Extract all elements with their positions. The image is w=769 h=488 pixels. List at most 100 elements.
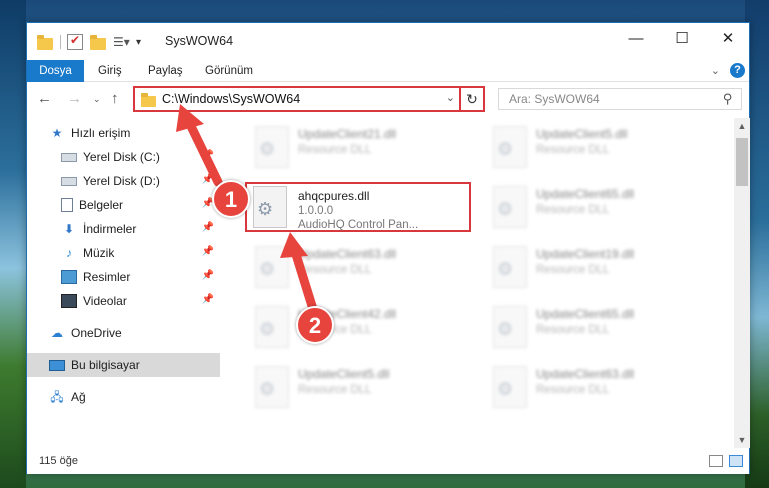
maximize-button[interactable]: ☐	[659, 23, 705, 55]
tab-view[interactable]: Görünüm	[192, 60, 266, 82]
close-button[interactable]: ✕	[705, 23, 751, 55]
file-version: 1.0.0.0	[298, 205, 334, 217]
sidebar-item-label: İndirmeler	[83, 222, 137, 236]
file-tile-highlighted[interactable]: ⚙ ahqcpures.dll 1.0.0.0 AudioHQ Control …	[245, 182, 471, 232]
help-icon[interactable]: ?	[730, 63, 745, 78]
sidebar-item-videos[interactable]: Videolar 📌	[27, 289, 220, 313]
pin-icon[interactable]: 📌	[202, 150, 214, 161]
customize-toolbar-chevron-icon[interactable]: ▾	[136, 37, 141, 48]
file-tile[interactable]: ⚙ UpdateClient5.dll Resource DLL	[247, 362, 473, 412]
sidebar-item-local-disk-d[interactable]: Yerel Disk (D:) 📌	[27, 169, 220, 193]
scroll-up-icon[interactable]: ▲	[734, 118, 750, 134]
file-type: Resource DLL	[536, 324, 610, 336]
sidebar-item-this-pc[interactable]: Bu bilgisayar	[27, 353, 220, 377]
step-badge-1: 1	[212, 180, 250, 218]
recent-locations-chevron-icon[interactable]: ⌄	[93, 94, 101, 105]
address-history-chevron-icon[interactable]: ⌄	[446, 91, 455, 104]
scroll-down-icon[interactable]: ▼	[734, 432, 750, 448]
file-explorer-window: ☰▾ ▾ SysWOW64 — ☐ ✕ Dosya Giriş Paylaş G…	[26, 22, 750, 474]
refresh-icon[interactable]: ↻	[459, 88, 483, 110]
navigation-bar: ← → ⌄ ↑ C:\Windows\SysWOW64 ⌄ ↻ Ara: Sys…	[27, 82, 749, 118]
drive-icon	[61, 152, 77, 162]
view-menu-icon[interactable]: ☰▾	[113, 34, 130, 50]
sidebar-item-onedrive[interactable]: ☁ OneDrive	[27, 321, 220, 345]
gear-icon: ⚙	[497, 139, 514, 159]
search-icon[interactable]: ⚲	[723, 91, 733, 107]
file-tile[interactable]: ⚙ UpdateClient21.dll Resource DLL	[247, 122, 473, 172]
tab-file[interactable]: Dosya	[27, 60, 84, 82]
new-folder-icon[interactable]	[90, 34, 106, 50]
address-bar[interactable]: C:\Windows\SysWOW64 ⌄ ↻	[133, 86, 485, 112]
file-name: UpdateClient19.dll	[536, 247, 635, 261]
sidebar-item-documents[interactable]: Belgeler 📌	[27, 193, 220, 217]
file-tile[interactable]: ⚙ UpdateClient65.dll Resource DLL	[485, 182, 711, 232]
tab-home[interactable]: Giriş	[85, 60, 135, 82]
expand-ribbon-chevron-icon[interactable]: ⌄	[711, 64, 720, 77]
drive-icon	[61, 176, 77, 186]
dll-file-icon: ⚙	[255, 246, 289, 288]
pin-icon[interactable]: 📌	[202, 270, 214, 281]
file-type: Resource DLL	[536, 144, 610, 156]
sidebar-item-label: Videolar	[83, 294, 127, 308]
sidebar-item-pictures[interactable]: Resimler 📌	[27, 265, 220, 289]
gear-icon: ⚙	[259, 259, 276, 279]
pictures-icon	[61, 270, 77, 284]
downloads-icon: ⬇	[63, 222, 75, 236]
scrollbar-thumb[interactable]	[736, 138, 748, 186]
separator	[60, 35, 61, 49]
file-tile[interactable]: ⚙ UpdateClient19.dll Resource DLL	[485, 242, 711, 292]
pin-icon[interactable]: 📌	[202, 294, 214, 305]
address-path[interactable]: C:\Windows\SysWOW64	[162, 92, 300, 106]
vertical-scrollbar[interactable]: ▲ ▼	[734, 118, 750, 448]
file-type: Resource DLL	[298, 264, 372, 276]
dll-file-icon: ⚙	[493, 186, 527, 228]
gear-icon: ⚙	[257, 199, 274, 219]
sidebar-item-label: Müzik	[83, 246, 115, 260]
file-tile[interactable]: ⚙ UpdateClient63.dll Resource DLL	[485, 362, 711, 412]
file-type: Resource DLL	[298, 144, 372, 156]
file-name: UpdateClient5.dll	[536, 127, 628, 141]
documents-icon	[61, 198, 73, 212]
pin-icon[interactable]: 📌	[202, 222, 214, 233]
pin-icon[interactable]: 📌	[202, 174, 214, 185]
file-tile[interactable]: ⚙ UpdateClient63.dll Resource DLL	[247, 242, 473, 292]
search-placeholder: Ara: SysWOW64	[509, 92, 600, 106]
folder-icon	[141, 93, 156, 107]
file-description: AudioHQ Control Pan...	[298, 219, 419, 231]
pin-icon[interactable]: 📌	[202, 246, 214, 257]
tab-share[interactable]: Paylaş	[135, 60, 196, 82]
sidebar-item-local-disk-c[interactable]: Yerel Disk (C:) 📌	[27, 145, 220, 169]
file-name: ahqcpures.dll	[298, 189, 370, 203]
large-icons-view-icon[interactable]	[729, 455, 743, 467]
up-arrow-icon[interactable]: ↑	[111, 90, 119, 107]
back-arrow-icon[interactable]: ←	[37, 90, 52, 107]
file-type: Resource DLL	[536, 384, 610, 396]
file-tile[interactable]: ⚙ UpdateClient65.dll Resource DLL	[485, 302, 711, 352]
ribbon-tabs: Dosya Giriş Paylaş Görünüm ⌄ ?	[27, 60, 749, 82]
dll-file-icon: ⚙	[493, 366, 527, 408]
file-tile[interactable]: ⚙ UpdateClient42.dll Resource DLL	[247, 302, 473, 352]
gear-icon: ⚙	[497, 199, 514, 219]
gear-icon: ⚙	[497, 379, 514, 399]
file-name: UpdateClient5.dll	[298, 367, 390, 381]
sidebar-item-label: Ağ	[71, 390, 86, 404]
file-type: Resource DLL	[536, 264, 610, 276]
details-view-icon[interactable]	[709, 455, 723, 467]
sidebar-item-network[interactable]: 🖧 Ağ	[27, 385, 220, 409]
sidebar-item-quick-access[interactable]: ★ Hızlı erişim	[27, 121, 220, 145]
forward-arrow-icon[interactable]: →	[67, 90, 82, 107]
sidebar-item-label: Resimler	[83, 270, 131, 284]
file-tile[interactable]: ⚙ UpdateClient5.dll Resource DLL	[485, 122, 711, 172]
sidebar-item-music[interactable]: ♪ Müzik 📌	[27, 241, 220, 265]
sidebar-item-label: Yerel Disk (C:)	[83, 150, 160, 164]
dll-file-icon: ⚙	[493, 126, 527, 168]
status-bar: 115 öğe	[27, 448, 749, 474]
properties-icon[interactable]	[67, 33, 83, 50]
cloud-icon: ☁	[51, 326, 63, 340]
folder-icon	[37, 34, 53, 50]
sidebar-item-downloads[interactable]: ⬇ İndirmeler 📌	[27, 217, 220, 241]
title-bar: ☰▾ ▾ SysWOW64 — ☐ ✕	[27, 23, 749, 60]
search-input[interactable]: Ara: SysWOW64 ⚲	[498, 88, 742, 110]
desktop-background-left	[0, 0, 26, 488]
minimize-button[interactable]: —	[613, 23, 659, 55]
